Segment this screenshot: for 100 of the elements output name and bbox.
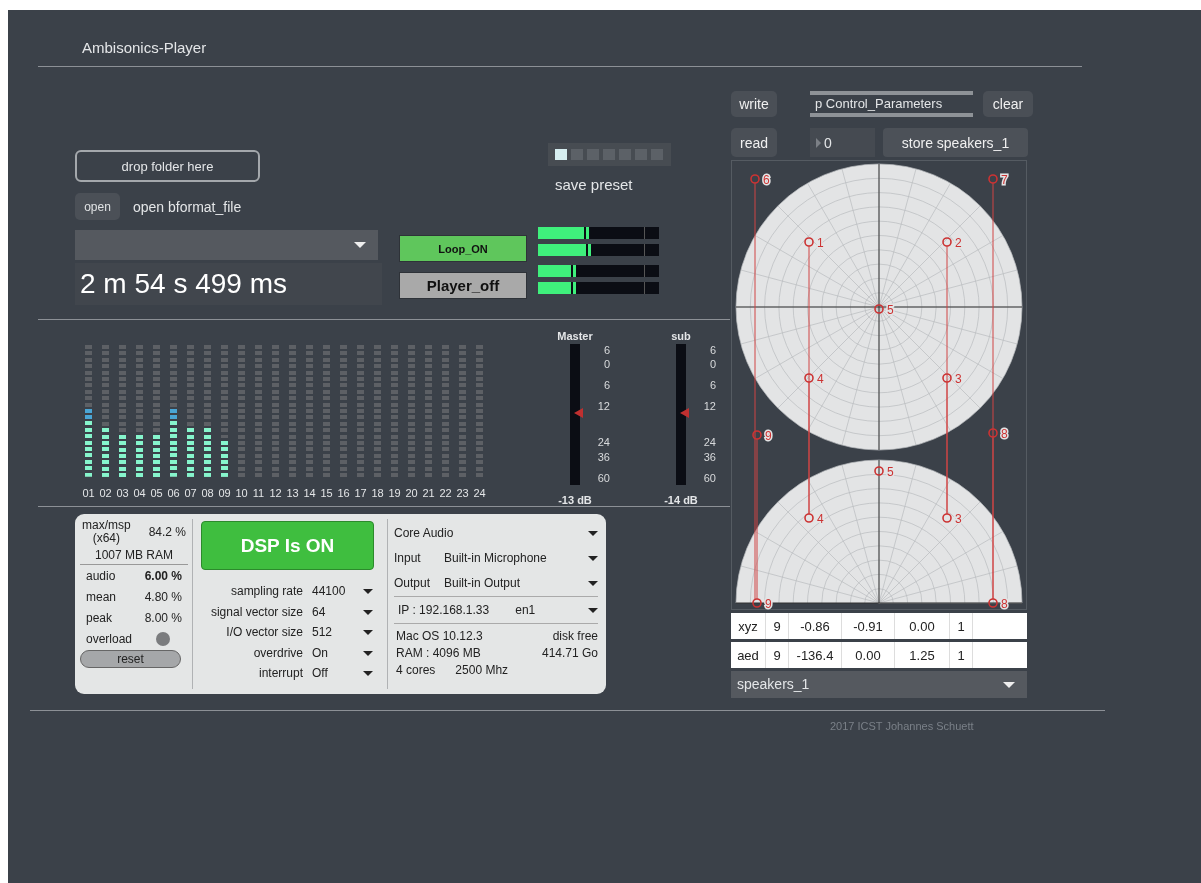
stat-label: audio — [86, 568, 116, 583]
caret-icon — [363, 630, 373, 636]
disk-value: 414.71 Go — [541, 645, 598, 662]
speaker-marker[interactable] — [752, 430, 762, 440]
speaker-marker[interactable] — [942, 373, 952, 383]
arch-label: (x64) — [92, 532, 120, 545]
number-value: 0 — [824, 134, 832, 151]
gain-slider[interactable] — [570, 344, 580, 485]
channel-label: 20 — [405, 487, 418, 499]
table-cell[interactable]: 1.25 — [895, 642, 950, 668]
gain-label: sub — [671, 330, 691, 343]
scale-label: 0 — [709, 359, 716, 371]
channel-label: 06 — [167, 487, 180, 499]
setting-label: signal vector size — [209, 604, 303, 619]
scale-label: 24 — [703, 436, 716, 448]
setting-dropdown[interactable]: 64 — [312, 602, 373, 621]
caret-icon — [363, 671, 373, 677]
scale-label: 36 — [703, 452, 716, 464]
drop-zone[interactable]: drop folder here — [75, 150, 260, 182]
table-cell[interactable]: 9 — [766, 613, 789, 639]
toggle-button[interactable]: Loop_ON — [399, 235, 527, 262]
table-cell[interactable]: 0.00 — [842, 642, 895, 668]
channel-label: 11 — [252, 487, 265, 499]
scale-label: 60 — [703, 473, 716, 485]
window-title: Ambisonics-Player — [82, 38, 208, 58]
interface-dropdown[interactable]: en1 — [515, 600, 598, 620]
speaker-label: 5 — [887, 465, 894, 479]
speaker-marker[interactable] — [988, 598, 998, 608]
clock-value: 2500 Mhz — [455, 662, 509, 679]
scale-label: 6 — [603, 380, 610, 392]
caret-icon — [588, 581, 598, 586]
read-button[interactable]: read — [731, 128, 777, 157]
open-button[interactable]: open — [75, 193, 120, 220]
reset-button[interactable]: reset — [80, 650, 181, 668]
setting-dropdown[interactable]: On — [312, 643, 373, 662]
setting-label: overdrive — [252, 645, 303, 660]
stat-value: 8.00 % — [144, 610, 182, 625]
caret-icon — [588, 608, 598, 613]
cpu-value: 84.2 % — [148, 525, 186, 539]
disk-label: disk free — [552, 628, 598, 645]
stat-label: mean — [86, 589, 117, 604]
table-cell[interactable]: aed — [731, 642, 766, 668]
speaker-label: 7 — [1001, 173, 1008, 187]
speaker-label: 1 — [817, 236, 824, 250]
table-cell[interactable]: 0.00 — [895, 613, 950, 639]
speaker-marker[interactable] — [804, 237, 814, 247]
number-box[interactable]: 0 — [810, 128, 875, 157]
table-cell[interactable]: 1 — [950, 613, 973, 639]
duration-display: 2 m 54 s 499 ms — [75, 263, 382, 305]
channel-label: 17 — [354, 487, 367, 499]
triangle-icon — [816, 137, 821, 148]
driver-dropdown[interactable]: Core Audio — [394, 523, 598, 543]
output-label: Output — [394, 576, 432, 590]
gain-slider[interactable] — [676, 344, 686, 485]
scale-label: 6 — [709, 345, 716, 357]
channel-label: 02 — [99, 487, 112, 499]
output-dropdown[interactable]: Built-in Output — [444, 573, 598, 593]
table-cell[interactable]: -136.4 — [789, 642, 842, 668]
setting-dropdown[interactable]: Off — [312, 664, 373, 683]
speaker-marker[interactable] — [942, 237, 952, 247]
input-dropdown[interactable]: Built-in Microphone — [444, 548, 598, 568]
channel-label: 09 — [218, 487, 231, 499]
caret-icon — [363, 609, 373, 615]
write-button[interactable]: write — [731, 91, 777, 117]
slider-thumb[interactable] — [680, 408, 689, 419]
speaker-marker[interactable] — [750, 174, 760, 184]
caret-icon — [1003, 681, 1015, 688]
setting-label: interrupt — [257, 666, 303, 681]
channel-label: 21 — [422, 487, 435, 499]
table-cell[interactable]: 1 — [950, 642, 973, 668]
speaker-marker[interactable] — [804, 513, 814, 523]
speaker-marker[interactable] — [988, 174, 998, 184]
table-cell[interactable]: -0.86 — [789, 613, 842, 639]
table-cell[interactable]: xyz — [731, 613, 766, 639]
input-label: Input — [394, 551, 422, 565]
channel-label: 16 — [337, 487, 350, 499]
store-button[interactable]: store speakers_1 — [883, 128, 1028, 157]
speaker-marker[interactable] — [874, 466, 884, 476]
speaker-label: 8 — [1001, 427, 1008, 441]
toggle-button[interactable]: Player_off — [399, 272, 527, 299]
speaker-marker[interactable] — [874, 304, 884, 314]
setting-dropdown[interactable]: 44100 — [312, 582, 373, 601]
table-cell[interactable]: -0.91 — [842, 613, 895, 639]
caret-icon — [588, 531, 598, 536]
setting-dropdown[interactable]: 512 — [312, 623, 373, 642]
preset-dropdown[interactable]: speakers_1 — [731, 671, 1027, 698]
speaker-marker[interactable] — [942, 513, 952, 523]
speaker-marker[interactable] — [752, 598, 762, 608]
subpatch-object[interactable]: p Control_Parameters — [810, 91, 973, 117]
speaker-marker[interactable] — [988, 428, 998, 438]
memory-value: 1007 MB RAM — [80, 545, 188, 565]
table-cell[interactable]: 9 — [766, 642, 789, 668]
speaker-marker[interactable] — [804, 373, 814, 383]
scale-label: 0 — [603, 359, 610, 371]
setting-label: I/O vector size — [225, 625, 303, 640]
channel-label: 15 — [320, 487, 333, 499]
clear-button[interactable]: clear — [983, 91, 1033, 117]
scale-label: 6 — [709, 380, 716, 392]
scale-label: 36 — [597, 452, 610, 464]
slider-thumb[interactable] — [574, 408, 583, 419]
